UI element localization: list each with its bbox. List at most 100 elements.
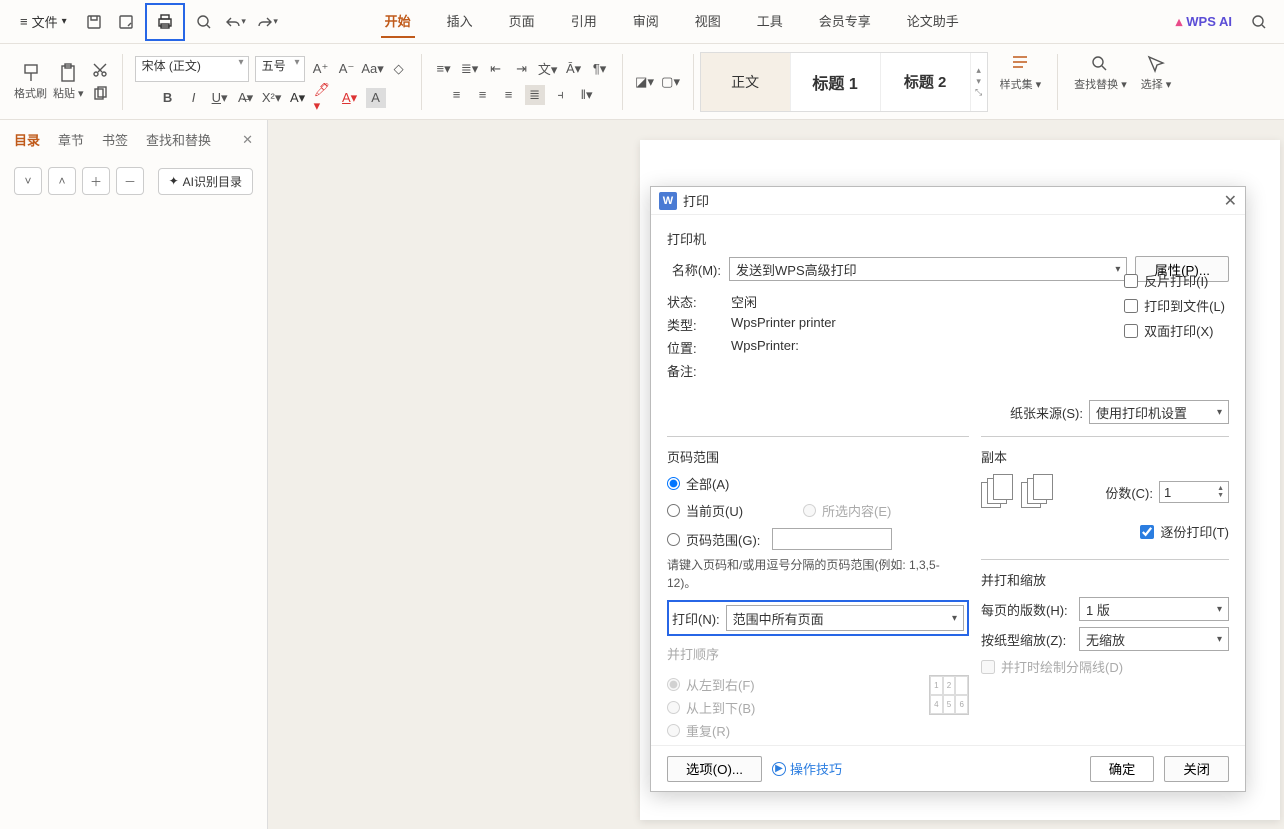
nav-tab-chapter[interactable]: 章节: [58, 130, 84, 149]
ai-toc-button[interactable]: ✦AI识别目录: [158, 168, 253, 195]
printer-name-select[interactable]: 发送到WPS高级打印: [729, 257, 1127, 281]
tab-view[interactable]: 视图: [691, 5, 725, 38]
printer-section-title: 打印机: [667, 229, 1229, 248]
mirror-print-check[interactable]: 反片打印(I): [1124, 271, 1225, 290]
location-value: WpsPrinter:: [731, 338, 799, 357]
align-right-icon[interactable]: ≡: [499, 85, 519, 105]
text-effect-icon[interactable]: A▾: [288, 88, 308, 108]
dialog-close-icon[interactable]: ✕: [1224, 191, 1237, 211]
save-icon[interactable]: [81, 9, 107, 35]
style-normal[interactable]: 正文: [701, 53, 791, 111]
italic-icon[interactable]: I: [184, 88, 204, 108]
char-shading-icon[interactable]: A: [366, 88, 386, 108]
clear-format-icon[interactable]: ◇: [389, 59, 409, 79]
copy-icon[interactable]: [90, 84, 110, 104]
style-expand[interactable]: ⤡: [975, 87, 982, 98]
file-menu[interactable]: ≡文件▾: [12, 8, 75, 35]
pages-per-sheet-label: 每页的版数(H):: [981, 600, 1071, 619]
indent-increase-icon[interactable]: ⇥: [512, 59, 532, 79]
collate-check[interactable]: 逐份打印(T): [981, 522, 1229, 541]
shrink-font-icon[interactable]: A⁻: [337, 59, 357, 79]
range-current-radio[interactable]: 当前页(U): [667, 501, 743, 520]
number-list-icon[interactable]: ≣▾: [460, 59, 480, 79]
strikethrough-icon[interactable]: A̶▾: [236, 88, 256, 108]
font-color-icon[interactable]: A▾: [340, 88, 360, 108]
range-all-radio[interactable]: 全部(A): [667, 474, 969, 493]
ribbon: 格式刷 粘贴 ▾ 宋体 (正文) 五号 A⁺ A⁻ Aa▾ ◇ B I U▾ A…: [0, 44, 1284, 120]
font-name-select[interactable]: 宋体 (正文): [135, 56, 249, 82]
collate-preview-1: [981, 474, 1011, 510]
tab-tools[interactable]: 工具: [753, 5, 787, 38]
tab-thesis[interactable]: 论文助手: [903, 5, 963, 38]
print-what-label: 打印(N):: [672, 609, 720, 628]
cut-icon[interactable]: [90, 60, 110, 80]
options-button[interactable]: 选项(O)...: [667, 756, 762, 782]
text-direction-icon[interactable]: 文▾: [538, 59, 558, 79]
expand-all-button[interactable]: ˄: [48, 167, 76, 195]
order-section-title: 并打顺序: [667, 644, 969, 663]
style-set-button[interactable]: 样式集 ▾: [1000, 54, 1042, 110]
align-justify-icon[interactable]: ≣: [525, 85, 545, 105]
add-button[interactable]: ＋: [82, 167, 110, 195]
tips-link[interactable]: ▶操作技巧: [772, 759, 842, 778]
print-icon-highlighted[interactable]: [145, 3, 185, 41]
style-gallery[interactable]: 正文 标题 1 标题 2 ▴▾⤡: [700, 52, 988, 112]
pages-per-sheet-select[interactable]: 1 版: [1079, 597, 1229, 621]
save-as-icon[interactable]: [113, 9, 139, 35]
select-button[interactable]: 选择 ▾: [1141, 54, 1172, 110]
pages-input[interactable]: [772, 528, 892, 550]
tab-page[interactable]: 页面: [505, 5, 539, 38]
highlight-icon[interactable]: 🖊▾: [314, 88, 334, 108]
style-heading1[interactable]: 标题 1: [791, 53, 881, 111]
paste-button[interactable]: 粘贴 ▾: [53, 63, 84, 101]
align-left-icon[interactable]: ≡: [447, 85, 467, 105]
change-case-icon[interactable]: Aa▾: [363, 59, 383, 79]
bullet-list-icon[interactable]: ≡▾: [434, 59, 454, 79]
sort-icon[interactable]: Ā▾: [564, 59, 584, 79]
tab-insert[interactable]: 插入: [443, 5, 477, 38]
tab-start[interactable]: 开始: [381, 5, 415, 38]
range-pages-radio[interactable]: 页码范围(G):: [667, 528, 969, 550]
ribbon-tabs: 开始 插入 页面 引用 审阅 视图 工具 会员专享 论文助手: [381, 5, 963, 38]
print-what-select[interactable]: 范围中所有页面: [726, 605, 964, 631]
underline-icon[interactable]: U▾: [210, 88, 230, 108]
paper-source-select[interactable]: 使用打印机设置: [1089, 400, 1229, 424]
find-replace-button[interactable]: 查找替换 ▾: [1074, 54, 1127, 110]
print-to-file-check[interactable]: 打印到文件(L): [1124, 296, 1225, 315]
print-preview-icon[interactable]: [191, 9, 217, 35]
cancel-button[interactable]: 关闭: [1164, 756, 1229, 782]
tab-review[interactable]: 审阅: [629, 5, 663, 38]
tab-member[interactable]: 会员专享: [815, 5, 875, 38]
align-center-icon[interactable]: ≡: [473, 85, 493, 105]
redo-icon[interactable]: ▾: [255, 9, 281, 35]
ok-button[interactable]: 确定: [1090, 756, 1155, 782]
page-range-section-title: 页码范围: [667, 447, 969, 466]
collapse-all-button[interactable]: ˅: [14, 167, 42, 195]
scale-select[interactable]: 无缩放: [1079, 627, 1229, 651]
fill-color-icon[interactable]: ◪▾: [635, 72, 655, 92]
font-size-select[interactable]: 五号: [255, 56, 305, 82]
nav-tab-bookmark[interactable]: 书签: [102, 130, 128, 149]
duplex-check[interactable]: 双面打印(X): [1124, 321, 1225, 340]
superscript-icon[interactable]: X²▾: [262, 88, 282, 108]
grow-font-icon[interactable]: A⁺: [311, 59, 331, 79]
nav-tab-find[interactable]: 查找和替换: [146, 130, 211, 149]
tab-reference[interactable]: 引用: [567, 5, 601, 38]
indent-decrease-icon[interactable]: ⇤: [486, 59, 506, 79]
bold-icon[interactable]: B: [158, 88, 178, 108]
wps-ai-button[interactable]: ▴WPS AI: [1176, 14, 1232, 30]
search-icon[interactable]: [1246, 9, 1272, 35]
style-scroll-up[interactable]: ▴: [976, 65, 981, 76]
distribute-icon[interactable]: ⫞: [551, 85, 571, 105]
line-spacing-icon[interactable]: ‖▾: [577, 85, 597, 105]
nav-tab-toc[interactable]: 目录: [14, 130, 40, 149]
style-heading2[interactable]: 标题 2: [881, 53, 971, 111]
show-marks-icon[interactable]: ¶▾: [590, 59, 610, 79]
border-icon[interactable]: ▢▾: [661, 72, 681, 92]
nav-panel-close-icon[interactable]: ✕: [242, 132, 253, 148]
style-scroll-down[interactable]: ▾: [976, 76, 981, 87]
format-painter-button[interactable]: 格式刷: [14, 63, 47, 101]
undo-icon[interactable]: ▾: [223, 9, 249, 35]
remove-button[interactable]: －: [116, 167, 144, 195]
copies-stepper[interactable]: 1▲▼: [1159, 481, 1229, 503]
